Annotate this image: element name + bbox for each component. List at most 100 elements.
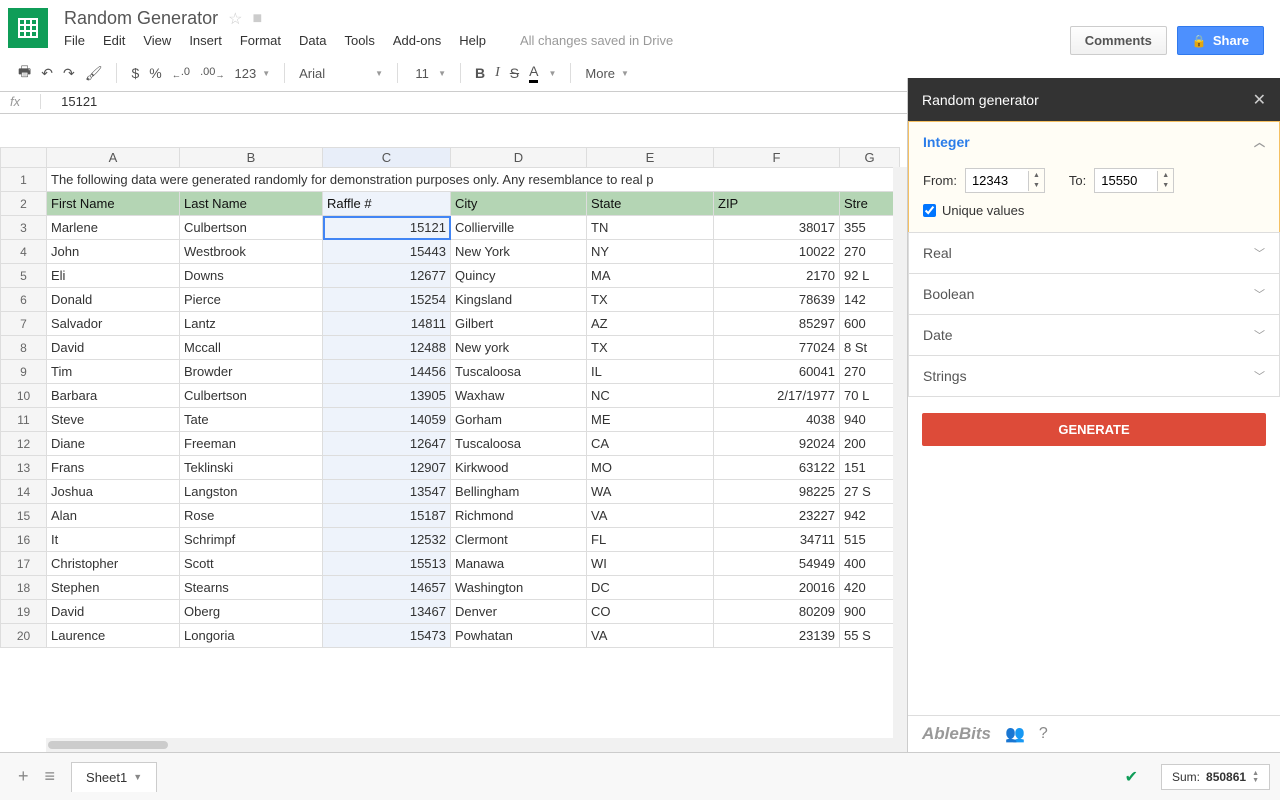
menu-file[interactable]: File [64, 33, 85, 48]
status-ok-icon[interactable]: ✔ [1120, 762, 1143, 792]
cell[interactable]: Frans [47, 456, 180, 480]
cell[interactable]: David [47, 600, 180, 624]
cell[interactable]: 38017 [714, 216, 840, 240]
bold-button[interactable]: B [475, 65, 485, 81]
cell[interactable]: Powhatan [451, 624, 587, 648]
cell[interactable]: Freeman [180, 432, 323, 456]
star-icon[interactable]: ☆ [228, 9, 242, 29]
header-cell[interactable]: First Name [47, 192, 180, 216]
cell[interactable]: 14811 [323, 312, 451, 336]
menu-data[interactable]: Data [299, 33, 326, 48]
share-button[interactable]: 🔒Share [1177, 26, 1264, 55]
doc-title[interactable]: Random Generator [64, 8, 218, 29]
increase-decimal-button[interactable]: .00→ [200, 66, 224, 80]
cell[interactable]: Richmond [451, 504, 587, 528]
cell[interactable]: DC [587, 576, 714, 600]
row-header[interactable]: 17 [1, 552, 47, 576]
cell[interactable]: WA [587, 480, 714, 504]
cell[interactable]: Scott [180, 552, 323, 576]
add-sheet-button[interactable]: + [10, 762, 37, 791]
cell[interactable]: 2170 [714, 264, 840, 288]
cell[interactable]: VA [587, 504, 714, 528]
cell[interactable]: Bellingham [451, 480, 587, 504]
section-boolean-header[interactable]: Boolean﹀ [909, 274, 1279, 314]
cell[interactable]: 12677 [323, 264, 451, 288]
header-cell[interactable]: Raffle # [323, 192, 451, 216]
row-header[interactable]: 10 [1, 384, 47, 408]
cell[interactable]: 92 L [840, 264, 900, 288]
cell[interactable]: Joshua [47, 480, 180, 504]
col-header-C[interactable]: C [323, 148, 451, 168]
menu-insert[interactable]: Insert [189, 33, 222, 48]
cell[interactable]: 34711 [714, 528, 840, 552]
from-input[interactable] [966, 169, 1028, 192]
cell[interactable]: Tuscaloosa [451, 360, 587, 384]
cell[interactable]: Quincy [451, 264, 587, 288]
cell[interactable]: Collierville [451, 216, 587, 240]
text-color-button[interactable]: A [529, 63, 538, 83]
row-header[interactable]: 6 [1, 288, 47, 312]
cell[interactable]: Barbara [47, 384, 180, 408]
cell[interactable]: 60041 [714, 360, 840, 384]
cell[interactable]: Tim [47, 360, 180, 384]
cell[interactable]: TX [587, 336, 714, 360]
cell[interactable]: Stearns [180, 576, 323, 600]
row-header[interactable]: 16 [1, 528, 47, 552]
row-header[interactable]: 8 [1, 336, 47, 360]
italic-button[interactable]: I [495, 65, 500, 81]
row-header[interactable]: 9 [1, 360, 47, 384]
cell[interactable]: 270 [840, 240, 900, 264]
row-header[interactable]: 7 [1, 312, 47, 336]
cell[interactable]: 13905 [323, 384, 451, 408]
row-header[interactable]: 20 [1, 624, 47, 648]
cell[interactable]: 400 [840, 552, 900, 576]
cell[interactable]: Browder [180, 360, 323, 384]
cell[interactable]: 10022 [714, 240, 840, 264]
cell[interactable]: New York [451, 240, 587, 264]
cell[interactable]: Westbrook [180, 240, 323, 264]
cell[interactable]: 4038 [714, 408, 840, 432]
spreadsheet-grid[interactable]: ABCDEFG1The following data were generate… [0, 147, 907, 752]
number-format-select[interactable]: 123▼ [235, 66, 271, 81]
row-header[interactable]: 1 [1, 168, 47, 192]
cell[interactable]: VA [587, 624, 714, 648]
header-cell[interactable]: ZIP [714, 192, 840, 216]
cell[interactable]: MO [587, 456, 714, 480]
row-header[interactable]: 15 [1, 504, 47, 528]
header-cell[interactable]: State [587, 192, 714, 216]
cell[interactable]: 8 St [840, 336, 900, 360]
font-select[interactable]: Arial▼ [299, 66, 383, 81]
cell[interactable]: It [47, 528, 180, 552]
cell[interactable]: Culbertson [180, 216, 323, 240]
sheet-tab[interactable]: Sheet1▼ [71, 762, 157, 792]
cell[interactable]: Teklinski [180, 456, 323, 480]
cell[interactable]: 54949 [714, 552, 840, 576]
cell[interactable]: 151 [840, 456, 900, 480]
cell[interactable]: Clermont [451, 528, 587, 552]
cell[interactable]: IL [587, 360, 714, 384]
cell[interactable]: 12647 [323, 432, 451, 456]
cell[interactable]: 940 [840, 408, 900, 432]
cell[interactable]: Manawa [451, 552, 587, 576]
cell[interactable]: TX [587, 288, 714, 312]
to-input[interactable] [1095, 169, 1157, 192]
cell[interactable]: 2/17/1977 [714, 384, 840, 408]
row-header[interactable]: 14 [1, 480, 47, 504]
cell[interactable]: 900 [840, 600, 900, 624]
cell[interactable]: TN [587, 216, 714, 240]
font-size-select[interactable]: 11▼ [412, 66, 446, 81]
cell[interactable]: WI [587, 552, 714, 576]
cell[interactable]: AZ [587, 312, 714, 336]
cell[interactable]: Langston [180, 480, 323, 504]
cell[interactable]: CA [587, 432, 714, 456]
folder-icon[interactable]: ■ [252, 10, 262, 28]
cell[interactable]: NY [587, 240, 714, 264]
cell[interactable]: Kingsland [451, 288, 587, 312]
cell[interactable]: Oberg [180, 600, 323, 624]
cell[interactable]: David [47, 336, 180, 360]
cell[interactable]: 70 L [840, 384, 900, 408]
col-header-G[interactable]: G [840, 148, 900, 168]
cell[interactable]: 55 S [840, 624, 900, 648]
cell[interactable]: Washington [451, 576, 587, 600]
cell[interactable]: John [47, 240, 180, 264]
